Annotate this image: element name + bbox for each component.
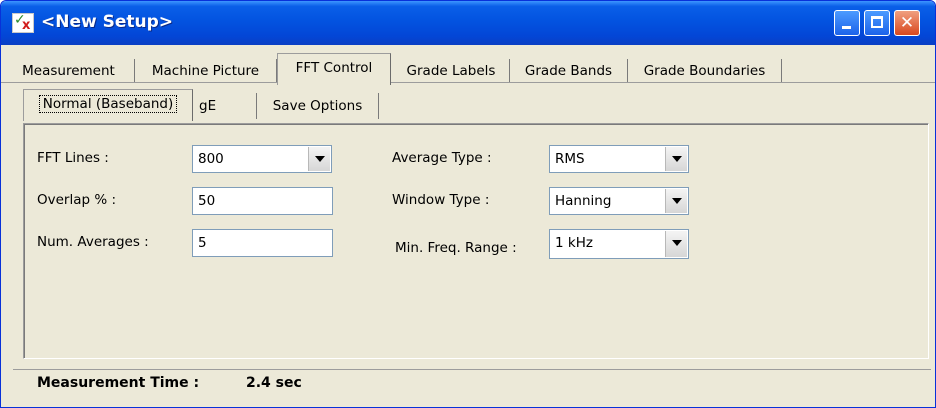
measurement-time-value: 2.4 sec [246, 375, 302, 391]
title-bar[interactable]: ✓ x <New Setup> ✕ [1, 1, 935, 45]
window-title: <New Setup> [41, 12, 174, 32]
tab-machine-picture[interactable]: Machine Picture [135, 59, 277, 83]
status-bar: Measurement Time : 2.4 sec [13, 369, 931, 404]
average-type-label: Average Type : [392, 150, 492, 166]
tab-normal-baseband[interactable]: Normal (Baseband) [23, 89, 193, 121]
tab-measurement[interactable]: Measurement [3, 59, 135, 83]
setup-window: ✓ x <New Setup> ✕ Measurement Machine Pic… [0, 0, 936, 408]
close-icon: ✕ [899, 13, 915, 33]
measurement-time-label: Measurement Time : [37, 375, 200, 391]
maximize-icon [871, 16, 883, 28]
num-averages-input[interactable]: 5 [192, 229, 333, 257]
minimize-button[interactable] [834, 10, 860, 36]
chevron-down-icon[interactable] [665, 189, 687, 213]
average-type-select[interactable]: RMS [549, 145, 689, 173]
window-type-select[interactable]: Hanning [549, 187, 689, 215]
chevron-down-icon[interactable] [665, 147, 687, 171]
fft-lines-select[interactable]: 800 [192, 145, 332, 173]
overlap-label: Overlap % : [37, 192, 117, 208]
tab-fft-control[interactable]: FFT Control [277, 53, 391, 85]
num-averages-label: Num. Averages : [37, 234, 149, 250]
close-button[interactable]: ✕ [894, 10, 920, 36]
overlap-input[interactable]: 50 [192, 187, 333, 215]
fft-lines-label: FFT Lines : [37, 150, 109, 166]
min-freq-range-label: Min. Freq. Range : [395, 240, 517, 256]
chevron-down-icon[interactable] [665, 231, 687, 257]
tab-ge[interactable]: gE [193, 93, 257, 119]
tab-grade-bands[interactable]: Grade Bands [510, 59, 628, 83]
tab-grade-labels[interactable]: Grade Labels [393, 59, 510, 83]
tab-save-options[interactable]: Save Options [257, 93, 379, 119]
window-type-label: Window Type : [392, 192, 490, 208]
min-freq-range-select[interactable]: 1 kHz [549, 229, 689, 259]
minimize-icon [842, 26, 851, 29]
maximize-button[interactable] [864, 10, 890, 36]
chevron-down-icon[interactable] [308, 147, 330, 171]
secondary-tab-strip: Normal (Baseband) gE Save Options [1, 87, 935, 121]
app-icon[interactable]: ✓ x [12, 12, 34, 33]
tab-grade-boundaries[interactable]: Grade Boundaries [628, 59, 782, 83]
tab-divider [1, 82, 935, 83]
primary-tab-strip: Measurement Machine Picture FFT Control … [1, 53, 935, 85]
